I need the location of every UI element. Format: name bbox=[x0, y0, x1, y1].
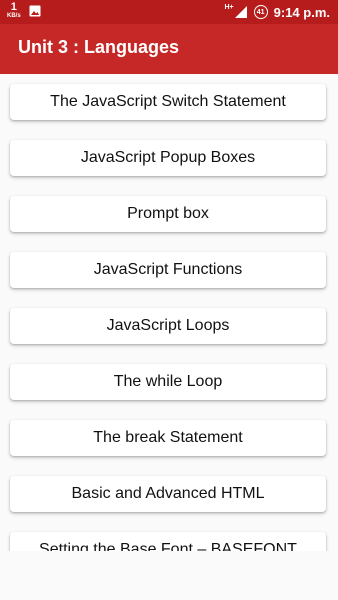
data-rate-value: 1 bbox=[10, 1, 17, 13]
signal-icon bbox=[234, 6, 247, 18]
battery-icon: 41 bbox=[253, 5, 268, 19]
topic-item[interactable]: The while Loop bbox=[10, 364, 326, 400]
image-notification-icon bbox=[29, 5, 41, 16]
status-bar: 1 KB/s H+ 41 9:14 p.m. bbox=[0, 0, 338, 24]
topic-list[interactable]: The JavaScript Switch Statement JavaScri… bbox=[0, 74, 338, 551]
status-bar-right: H+ 41 9:14 p.m. bbox=[224, 0, 330, 24]
network-type: H+ bbox=[224, 3, 234, 11]
data-rate-indicator: 1 KB/s bbox=[7, 1, 21, 20]
topic-item[interactable]: JavaScript Loops bbox=[10, 308, 326, 344]
topic-item[interactable]: JavaScript Functions bbox=[10, 252, 326, 288]
page-title: Unit 3 : Languages bbox=[18, 37, 180, 57]
topic-item[interactable]: JavaScript Popup Boxes bbox=[10, 140, 326, 176]
battery-level: 41 bbox=[256, 8, 265, 16]
clock: 9:14 p.m. bbox=[273, 4, 330, 20]
topic-item[interactable]: Setting the Base Font – BASEFONT bbox=[10, 532, 326, 551]
app-toolbar: Unit 3 : Languages bbox=[0, 24, 338, 74]
topic-item[interactable]: Prompt box bbox=[10, 196, 326, 232]
status-bar-left: 1 KB/s bbox=[7, 2, 41, 19]
bottom-blank-area bbox=[0, 551, 338, 600]
topic-item[interactable]: Basic and Advanced HTML bbox=[10, 476, 326, 512]
data-rate-unit: KB/s bbox=[7, 13, 21, 19]
topic-item[interactable]: The break Statement bbox=[10, 420, 326, 456]
topic-item[interactable]: The JavaScript Switch Statement bbox=[10, 84, 326, 120]
